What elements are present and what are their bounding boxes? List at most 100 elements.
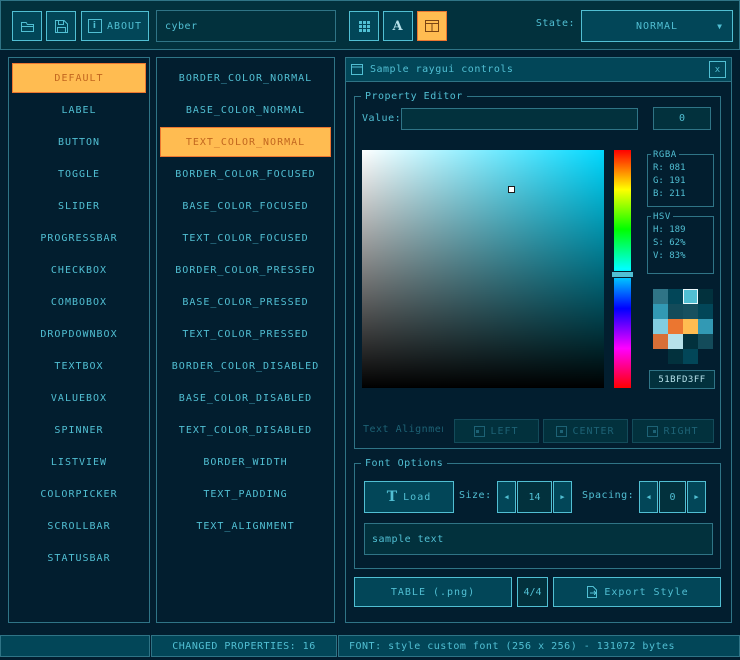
value-number-box[interactable]: 0 (653, 107, 711, 130)
export-style-button[interactable]: Export Style (553, 577, 721, 607)
list-item-toggle[interactable]: TOGGLE (12, 159, 146, 189)
color-swatch[interactable] (653, 319, 668, 334)
list-item-button[interactable]: BUTTON (12, 127, 146, 157)
hsv-hue-value: H: 189 (648, 224, 713, 237)
spacing-increase-button[interactable]: ▶ (687, 481, 706, 513)
list-item-base_color_disabled[interactable]: BASE_COLOR_DISABLED (160, 383, 331, 413)
sample-controls-window: Sample raygui controls x Property Editor… (345, 57, 732, 623)
table-icon (425, 20, 439, 32)
hue-slider-cursor[interactable] (611, 271, 634, 278)
color-swatch[interactable] (683, 304, 698, 319)
list-item-text_color_pressed[interactable]: TEXT_COLOR_PRESSED (160, 319, 331, 349)
style-name-input[interactable] (156, 10, 336, 42)
close-button[interactable]: x (709, 61, 726, 78)
align-center-label: CENTER (572, 426, 614, 437)
list-item-textbox[interactable]: TEXTBOX (12, 351, 146, 381)
size-increase-button[interactable]: ▶ (553, 481, 572, 513)
align-right-button[interactable]: RIGHT (632, 419, 714, 443)
spacing-value-box[interactable]: 0 (659, 481, 686, 513)
color-swatch[interactable] (668, 289, 683, 304)
list-item-statusbar[interactable]: STATUSBAR (12, 543, 146, 573)
color-picker-area[interactable] (362, 150, 604, 388)
sample-text-input[interactable]: sample text (364, 523, 713, 555)
list-item-listview[interactable]: LISTVIEW (12, 447, 146, 477)
color-swatch[interactable] (668, 349, 683, 364)
color-swatch[interactable] (653, 304, 668, 319)
color-swatch[interactable] (698, 334, 713, 349)
list-item-colorpicker[interactable]: COLORPICKER (12, 479, 146, 509)
list-item-base_color_pressed[interactable]: BASE_COLOR_PRESSED (160, 287, 331, 317)
list-item-text_color_normal[interactable]: TEXT_COLOR_NORMAL (160, 127, 331, 157)
align-center-button[interactable]: CENTER (543, 419, 628, 443)
size-decrease-button[interactable]: ◀ (497, 481, 516, 513)
list-item-text_color_disabled[interactable]: TEXT_COLOR_DISABLED (160, 415, 331, 445)
controls-table-view-button[interactable] (417, 11, 447, 41)
statusbar-changed-properties: CHANGED PROPERTIES: 16 (151, 635, 337, 657)
export-table-button[interactable]: TABLE (.png) (354, 577, 512, 607)
state-value: NORMAL (636, 21, 678, 32)
font-atlas-view-button[interactable]: A (383, 11, 413, 41)
list-item-text_alignment[interactable]: TEXT_ALIGNMENT (160, 511, 331, 541)
color-swatch[interactable] (698, 304, 713, 319)
list-item-border_color_normal[interactable]: BORDER_COLOR_NORMAL (160, 63, 331, 93)
align-left-button[interactable]: LEFT (454, 419, 539, 443)
state-label: State: (520, 18, 575, 29)
about-button[interactable]: i ABOUT (81, 11, 149, 41)
list-item-text_color_focused[interactable]: TEXT_COLOR_FOCUSED (160, 223, 331, 253)
spacing-decrease-button[interactable]: ◀ (639, 481, 658, 513)
font-info-text: FONT: style custom font (256 x 256) - 13… (349, 641, 675, 652)
color-swatch[interactable] (683, 289, 698, 304)
value-input[interactable] (401, 108, 638, 130)
color-swatch[interactable] (698, 289, 713, 304)
list-item-border_color_focused[interactable]: BORDER_COLOR_FOCUSED (160, 159, 331, 189)
hue-slider[interactable] (614, 150, 631, 388)
load-font-button[interactable]: T Load (364, 481, 454, 513)
list-item-scrollbar[interactable]: SCROLLBAR (12, 511, 146, 541)
export-style-label: Export Style (604, 587, 688, 598)
style-colors-palette (653, 289, 713, 364)
list-item-border_color_disabled[interactable]: BORDER_COLOR_DISABLED (160, 351, 331, 381)
color-swatch[interactable] (668, 334, 683, 349)
chevron-down-icon: ▼ (717, 22, 723, 31)
hex-value-box[interactable]: 51BFD3FF (649, 370, 715, 389)
floppy-disk-icon (54, 19, 69, 34)
color-swatch[interactable] (698, 349, 713, 364)
list-item-base_color_focused[interactable]: BASE_COLOR_FOCUSED (160, 191, 331, 221)
hsv-group: HSV H: 189 S: 62% V: 83% (647, 216, 714, 274)
list-item-label[interactable]: LABEL (12, 95, 146, 125)
style-table-view-button[interactable] (349, 11, 379, 41)
color-swatch[interactable] (683, 349, 698, 364)
info-icon: i (88, 19, 102, 33)
controls-list: DEFAULTLABELBUTTONTOGGLESLIDERPROGRESSBA… (8, 57, 150, 623)
color-swatch[interactable] (668, 319, 683, 334)
list-item-checkbox[interactable]: CHECKBOX (12, 255, 146, 285)
list-item-border_width[interactable]: BORDER_WIDTH (160, 447, 331, 477)
grid-icon (358, 20, 371, 33)
color-swatch[interactable] (653, 334, 668, 349)
list-item-base_color_normal[interactable]: BASE_COLOR_NORMAL (160, 95, 331, 125)
list-item-spinner[interactable]: SPINNER (12, 415, 146, 445)
list-item-progressbar[interactable]: PROGRESSBAR (12, 223, 146, 253)
font-options-group: Font Options T Load Size: ◀ 14 ▶ Spacing… (354, 463, 721, 569)
load-style-button[interactable] (12, 11, 42, 41)
align-left-icon (474, 426, 485, 437)
list-item-slider[interactable]: SLIDER (12, 191, 146, 221)
list-item-text_padding[interactable]: TEXT_PADDING (160, 479, 331, 509)
color-swatch[interactable] (683, 319, 698, 334)
color-swatch[interactable] (653, 349, 668, 364)
list-item-default[interactable]: DEFAULT (12, 63, 146, 93)
size-value-box[interactable]: 14 (517, 481, 552, 513)
list-item-combobox[interactable]: COMBOBOX (12, 287, 146, 317)
state-dropdown[interactable]: NORMAL ▼ (581, 10, 733, 42)
list-item-valuebox[interactable]: VALUEBOX (12, 383, 146, 413)
color-swatch[interactable] (668, 304, 683, 319)
color-swatch[interactable] (653, 289, 668, 304)
save-style-button[interactable] (46, 11, 76, 41)
list-item-dropdownbox[interactable]: DROPDOWNBOX (12, 319, 146, 349)
rgba-title: RGBA (651, 150, 679, 161)
page-indicator[interactable]: 4/4 (517, 577, 548, 607)
list-item-border_color_pressed[interactable]: BORDER_COLOR_PRESSED (160, 255, 331, 285)
color-picker-cursor[interactable] (508, 186, 515, 193)
color-swatch[interactable] (698, 319, 713, 334)
color-swatch[interactable] (683, 334, 698, 349)
